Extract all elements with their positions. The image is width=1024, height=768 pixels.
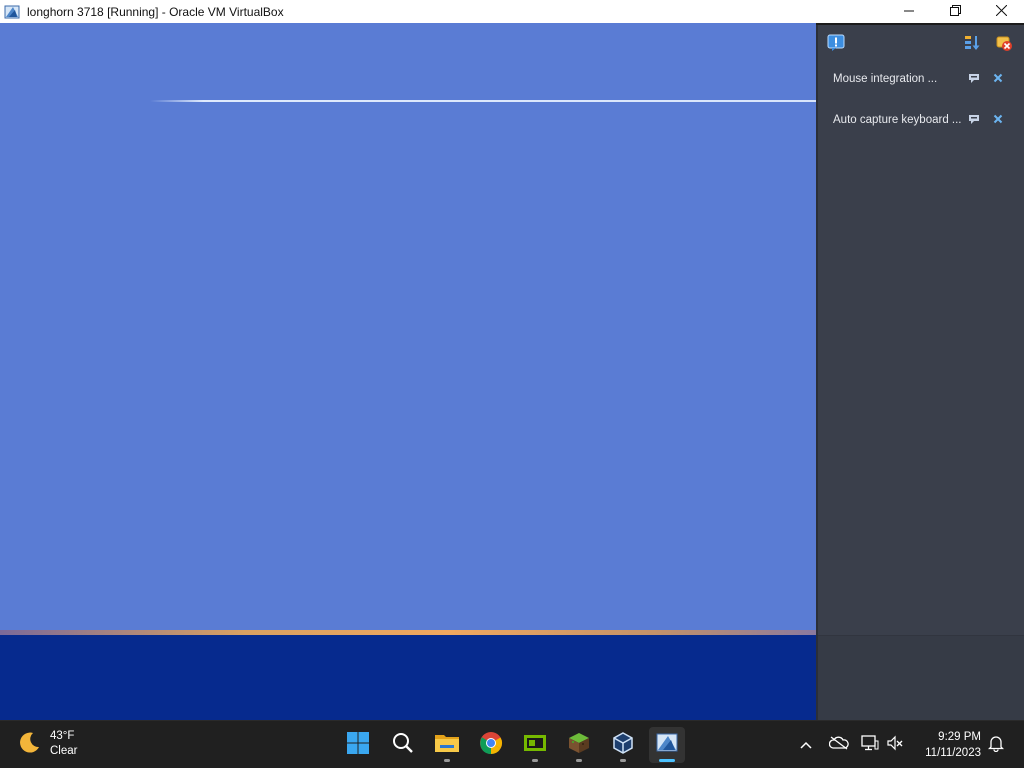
volume-button[interactable] (884, 721, 906, 768)
restore-button[interactable] (932, 0, 978, 23)
clock[interactable]: 9:29 PM 11/11/2023 (925, 729, 981, 761)
close-icon[interactable] (991, 71, 1005, 85)
vm-display[interactable] (0, 23, 816, 720)
minimize-button[interactable] (886, 0, 932, 23)
notification-item-auto-capture-keyboard[interactable]: Auto capture keyboard ... (824, 105, 1020, 135)
active-indicator (659, 759, 675, 762)
chrome-icon (479, 731, 503, 760)
notifications-button[interactable] (986, 721, 1006, 768)
chevron-up-icon (800, 736, 812, 754)
notification-text: Auto capture keyboard ... (833, 114, 962, 126)
close-icon (995, 3, 1007, 21)
running-indicator (444, 759, 450, 762)
chrome-button[interactable] (473, 727, 509, 763)
guest-desktop-light-streak (150, 100, 816, 102)
running-indicator (576, 759, 582, 762)
notification-item-mouse-integration[interactable]: Mouse integration ... (824, 64, 1020, 94)
weather-temperature: 43°F (50, 730, 75, 742)
search-icon (392, 732, 414, 759)
virtualbox-manager-icon (611, 731, 635, 760)
keep-icon[interactable] (967, 71, 981, 85)
virtualbox-manager-button[interactable] (605, 727, 641, 763)
sort-order-icon[interactable] (964, 34, 982, 52)
weather-condition: Clear (50, 745, 78, 757)
notification-text: Mouse integration ... (833, 73, 938, 85)
window-title: longhorn 3718 [Running] - Oracle VM Virt… (27, 4, 284, 19)
file-explorer-button[interactable] (429, 727, 465, 763)
restore-icon (949, 3, 961, 21)
nvidia-icon (523, 731, 547, 760)
minecraft-button[interactable] (561, 727, 597, 763)
clear-all-icon[interactable] (995, 34, 1013, 52)
notification-center-icon[interactable] (827, 34, 845, 52)
onedrive-offline-icon (828, 735, 849, 755)
keep-icon[interactable] (967, 112, 981, 126)
start-icon (346, 731, 370, 760)
clock-time: 9:29 PM (938, 731, 981, 743)
guest-desktop (0, 23, 816, 632)
running-indicator (620, 759, 626, 762)
host-taskbar: 43°F Clear 9:29 PM 11/11/2023 (0, 720, 1024, 768)
clock-date: 11/11/2023 (925, 747, 981, 759)
close-window-button[interactable] (978, 0, 1024, 23)
nvidia-button[interactable] (517, 727, 553, 763)
onedrive-button[interactable] (827, 721, 851, 768)
moon-icon (18, 730, 42, 759)
virtualbox-vm-icon (4, 4, 20, 20)
close-icon[interactable] (991, 112, 1005, 126)
weather-widget[interactable]: 43°F Clear (18, 729, 77, 759)
file-explorer-icon (434, 731, 460, 760)
minimize-icon (904, 3, 914, 21)
minecraft-icon (567, 731, 591, 760)
notification-center: Mouse integration ... Auto capture keybo… (816, 25, 1024, 720)
start-button[interactable] (340, 727, 376, 763)
guest-taskbar (0, 635, 816, 720)
search-button[interactable] (385, 727, 421, 763)
virtualbox-vm-button[interactable] (649, 727, 685, 763)
network-icon (861, 734, 879, 756)
volume-muted-icon (886, 735, 904, 756)
running-indicator (532, 759, 538, 762)
window-titlebar[interactable]: longhorn 3718 [Running] - Oracle VM Virt… (0, 0, 1024, 23)
notification-center-footer (818, 635, 1024, 720)
show-hidden-icons-button[interactable] (796, 721, 816, 768)
notification-center-toolbar (818, 25, 1024, 61)
virtualbox-vm-icon (655, 731, 679, 760)
bell-icon (987, 734, 1005, 757)
network-button[interactable] (858, 721, 882, 768)
